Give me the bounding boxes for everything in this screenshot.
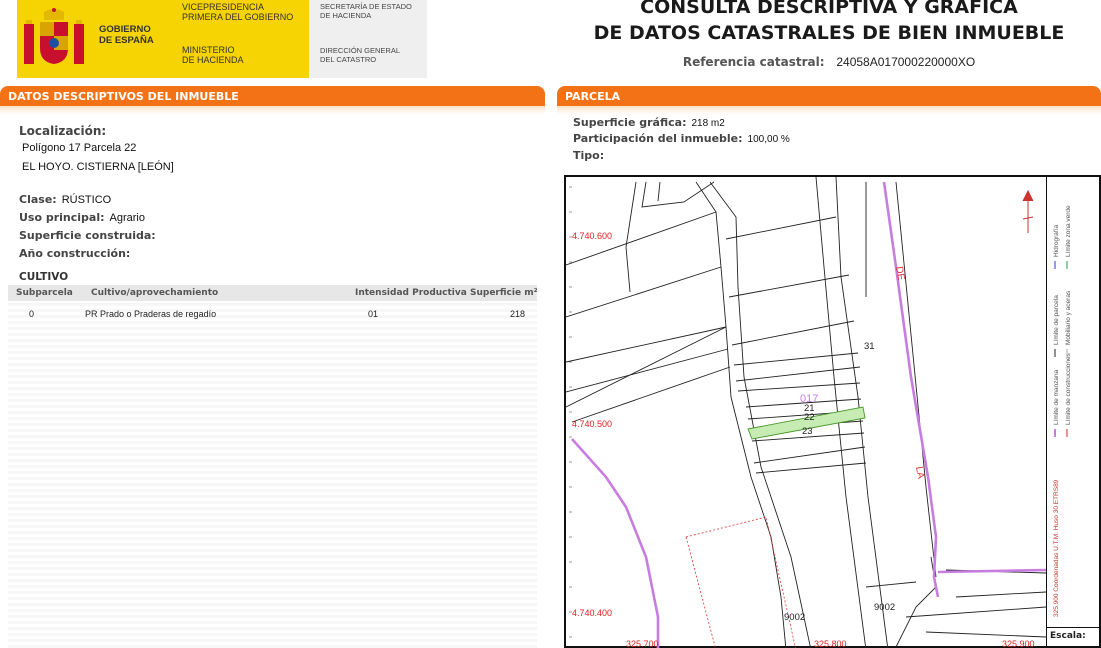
col-superficie: Superficie m² (470, 288, 538, 298)
coord-y-2: 4.740.500 (572, 419, 612, 429)
localizacion-label: Localización: (19, 124, 107, 138)
localizacion-line1: Polígono 17 Parcela 22 (22, 142, 137, 154)
legend-divider (1046, 627, 1101, 628)
uso-row: Uso principal: Agrario (19, 211, 145, 224)
cultivo-table: Subparcela Cultivo/aprovechamiento Inten… (8, 285, 538, 648)
localizacion-line2: EL HOYO. CISTIERNA [LEÓN] (22, 161, 174, 173)
map-tick-marks (569, 186, 572, 638)
section-header-fade (557, 106, 1101, 114)
section-header-datos: DATOS DESCRIPTIVOS DEL INMUEBLE (0, 86, 545, 106)
road-letter-de: DE (893, 266, 906, 282)
participacion-value: 100,00 % (747, 134, 790, 145)
referencia-label: Referencia catastral: (682, 55, 825, 69)
parcel-label-23: 23 (802, 426, 813, 437)
col-cultivo: Cultivo/aprovechamiento (91, 288, 219, 298)
dotted-limit (685, 536, 716, 648)
north-arrow-icon (1022, 189, 1034, 233)
coord-x-3: 325.900 (1002, 639, 1035, 648)
map-legend: Límite de manzana Límite de construccion… (1053, 205, 1072, 617)
participacion-row: Participación del inmueble: 100,00 % (573, 132, 790, 145)
legend-limite-manzana: Límite de manzana (1053, 369, 1060, 425)
coord-y-3: 4.740.400 (572, 608, 612, 618)
escala-label: Escala: (1050, 631, 1086, 641)
cell-intensidad: 01 (368, 309, 379, 319)
direccion-label: DIRECCIÓN GENERAL DEL CATASTRO (320, 46, 401, 64)
gobierno-label: GOBIERNO DE ESPAÑA (99, 24, 154, 46)
section-header-fade (0, 106, 545, 114)
superficie-construida-label: Superficie construida: (19, 229, 156, 242)
col-subparcela: Subparcela (16, 288, 73, 298)
participacion-label: Participación del inmueble: (573, 132, 743, 145)
superficie-grafica-label: Superficie gráfica: (573, 116, 687, 129)
document-title: CONSULTA DESCRIPTIVA Y GRÁFICA DE DATOS … (593, 0, 1065, 44)
clase-row: Clase: RÚSTICO (19, 193, 111, 206)
legend-limite-construcciones: Límite de construcciones (1065, 352, 1072, 425)
legend-divider (1046, 177, 1047, 648)
coord-x-1: 325.700 (626, 639, 659, 648)
parcel-label-22: 22 (804, 412, 815, 423)
cadastral-map[interactable]: 4.740.600 4.740.500 4.740.400 325.700 32… (564, 175, 1101, 648)
cell-superficie: 218 (510, 309, 526, 319)
secretaria-label: SECRETARÍA DE ESTADO DE HACIENDA (320, 2, 412, 20)
table-header: Subparcela Cultivo/aprovechamiento Inten… (8, 285, 538, 301)
legend-zona-verde: Límite zona verde (1065, 205, 1072, 257)
map-drawing: 4.740.600 4.740.500 4.740.400 325.700 32… (566, 177, 1072, 648)
col-intensidad: Intensidad Productiva (355, 288, 467, 298)
section-header-parcela: PARCELA (557, 86, 1101, 106)
legend-limite-parcela: Límite de parcela (1053, 295, 1060, 345)
parcel-label-9002-b: 9002 (874, 602, 895, 613)
vicepresidencia-label: VICEPRESIDENCIA PRIMERA DEL GOBIERNO (182, 2, 294, 23)
cell-subparcela: 0 (29, 309, 35, 319)
clase-value: RÚSTICO (61, 194, 112, 206)
clase-label: Clase: (19, 193, 57, 206)
ministerio-label: MINISTERIO DE HACIENDA (182, 45, 244, 66)
legend-hidrografia: Hidrografía (1053, 224, 1060, 257)
parcel-label-9002: 9002 (784, 612, 805, 623)
road-letter-la: LA (913, 466, 926, 480)
parcel-label-31: 31 (864, 341, 875, 352)
cell-cultivo: PR Prado o Praderas de regadío (85, 309, 217, 319)
superficie-grafica-row: Superficie gráfica: 218 m2 (573, 116, 725, 129)
dotted-limit (685, 516, 796, 648)
tipo-label: Tipo: (573, 149, 605, 162)
anio-construccion-label: Año construcción: (19, 247, 131, 260)
coord-x-2: 325.800 (814, 639, 847, 648)
legend-mobiliario: Mobiliario y aceras (1065, 290, 1072, 345)
coat-of-arms-icon (24, 8, 84, 64)
superficie-grafica-value: 218 m2 (691, 118, 725, 129)
referencia-value: 24058A017000220000XO (836, 55, 976, 69)
uso-label: Uso principal: (19, 211, 105, 224)
coord-system-note: 325.900 Coordenadas U.T.M. Huso 30 ETRS8… (1053, 479, 1060, 617)
cultivo-title: CULTIVO (19, 271, 69, 283)
uso-value: Agrario (109, 212, 145, 224)
referencia-catastral: Referencia catastral: 24058A017000220000… (556, 55, 1101, 69)
coord-y-1: 4.740.600 (572, 231, 612, 241)
